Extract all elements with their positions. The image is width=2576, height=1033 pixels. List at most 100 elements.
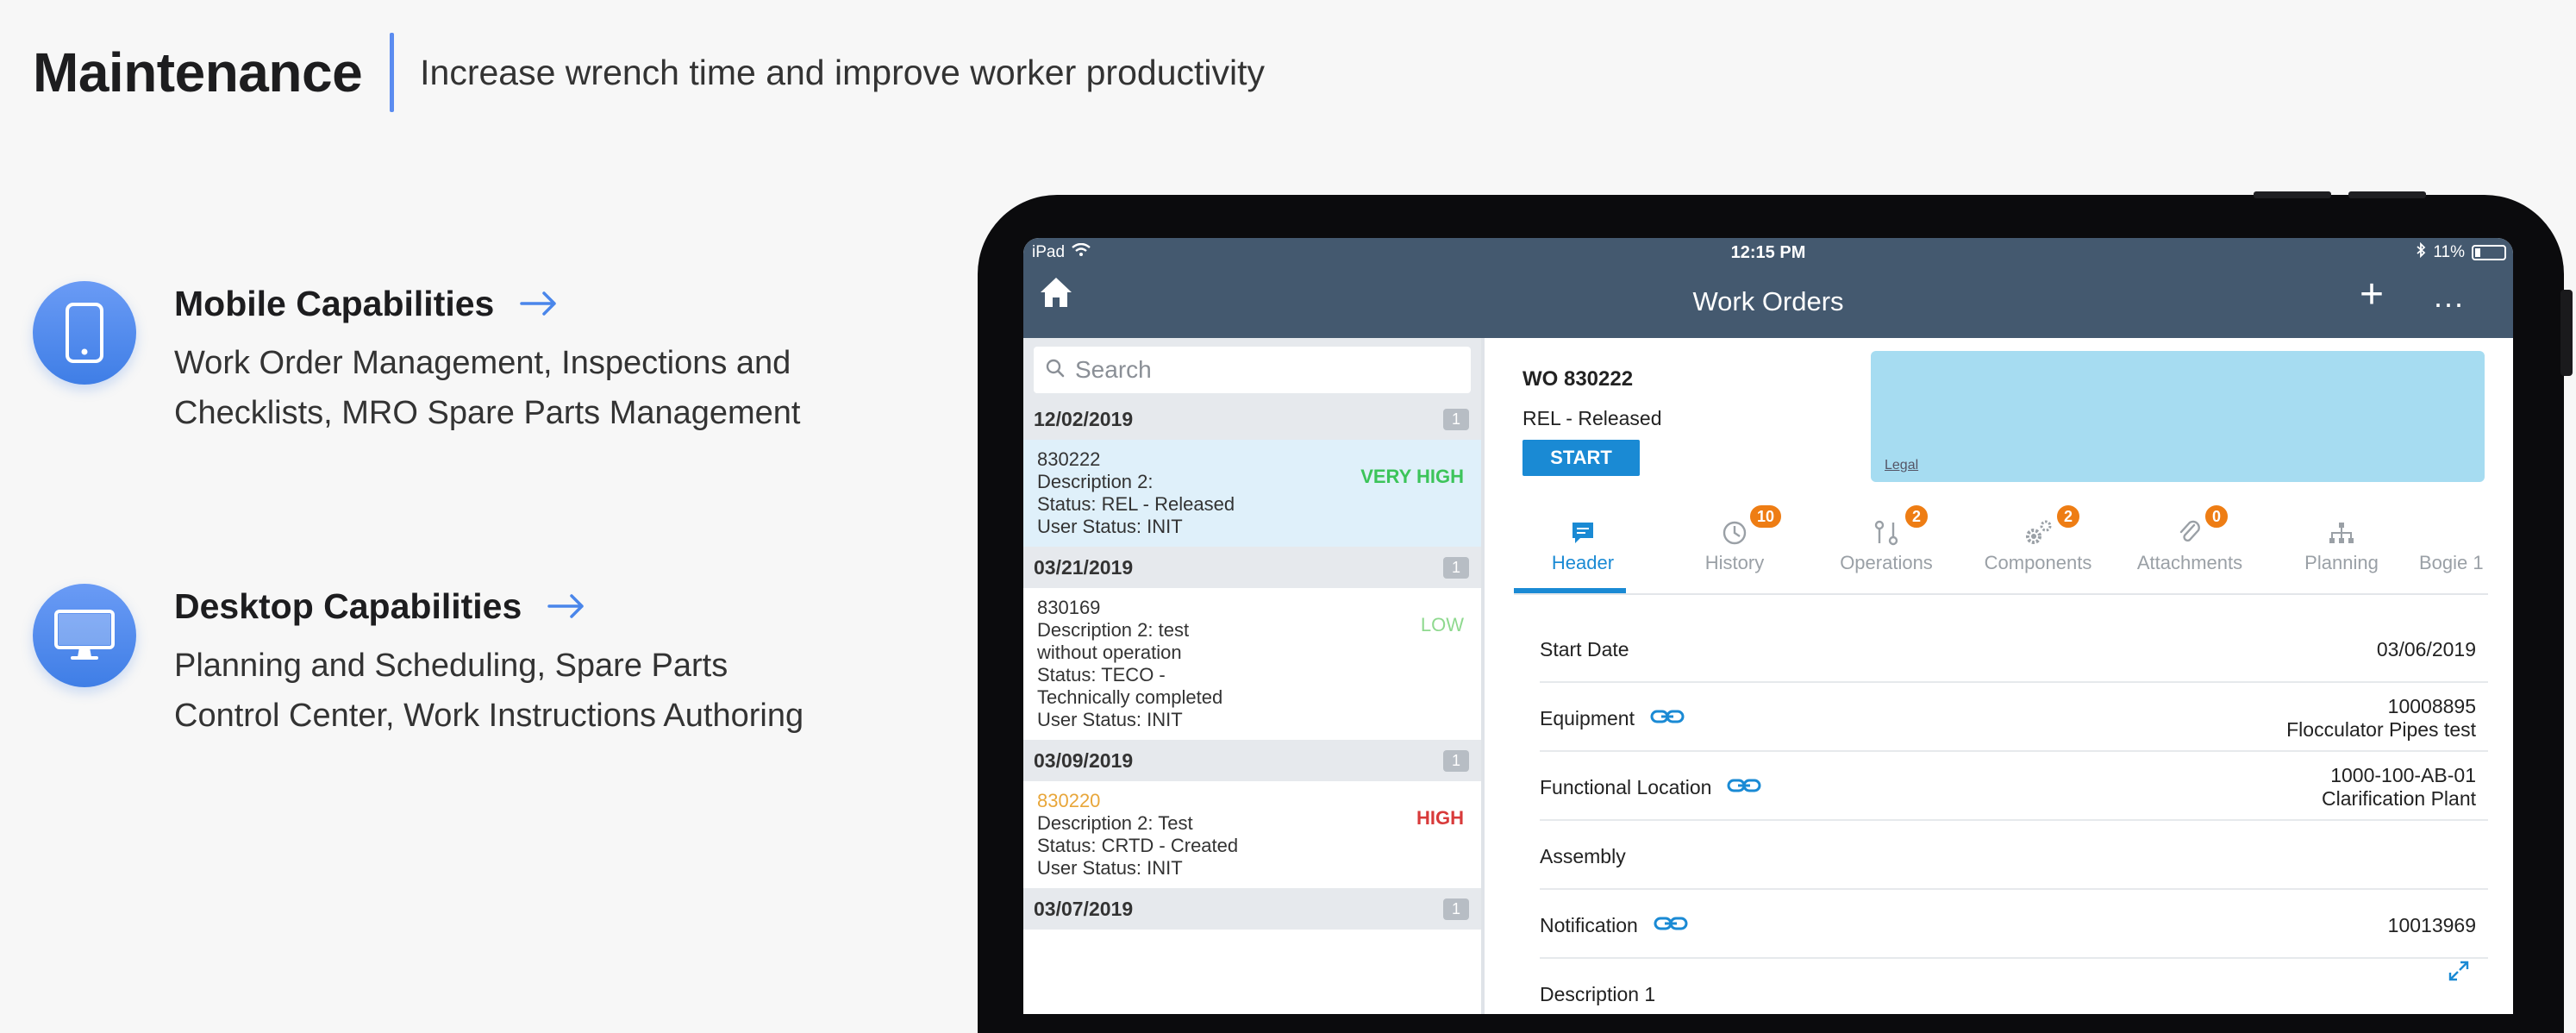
link-icon[interactable]	[1727, 776, 1761, 799]
page-title: Maintenance	[33, 41, 363, 103]
tab-planning[interactable]: Planning	[2273, 498, 2410, 593]
mobile-capabilities-description: Work Order Management, Inspections and C…	[174, 345, 801, 431]
operations-count-badge: 2	[1904, 504, 1930, 529]
battery-icon	[2472, 245, 2506, 260]
work-order-line: Description 2: Test	[1037, 812, 1193, 834]
monitor-icon	[33, 584, 136, 687]
tab-bogie[interactable]: Bogie 1	[2410, 498, 2488, 593]
status-time: 12:15 PM	[1730, 243, 1806, 262]
field-value: 1000-100-AB-01 Clarification Plant	[2322, 764, 2476, 811]
work-order-detail: WO 830222 REL - Released START Legal Hea…	[1488, 338, 2513, 1014]
battery-percent: 11%	[2433, 243, 2465, 261]
history-icon	[1717, 516, 1752, 550]
page-header: Maintenance Increase wrench time and imp…	[33, 33, 1265, 112]
priority-label: LOW	[1420, 614, 1464, 635]
tab-operations[interactable]: 2 Operations	[1817, 498, 1955, 593]
tab-label: Operations	[1840, 552, 1933, 573]
desktop-capabilities-link[interactable]: Desktop Capabilities	[174, 584, 585, 629]
work-order-line: Status: REL - Released	[1037, 493, 1235, 515]
map-view[interactable]: Legal	[1871, 351, 2485, 482]
group-date: 03/09/2019	[1034, 748, 1134, 772]
status-bar-right: 11%	[2416, 241, 2506, 263]
field-value: 10013969	[2387, 914, 2476, 936]
desktop-capabilities-description: Planning and Scheduling, Spare Parts Con…	[174, 648, 804, 734]
more-button[interactable]: ...	[2434, 281, 2465, 312]
desktop-capabilities-title: Desktop Capabilities	[174, 585, 522, 626]
tab-history[interactable]: 10 History	[1666, 498, 1804, 593]
tab-label: Planning	[2304, 552, 2379, 573]
tab-label: Components	[1984, 552, 2092, 573]
date-group-header: 03/07/2019 1	[1023, 888, 1481, 930]
work-order-line: User Status: INIT	[1037, 857, 1183, 879]
add-button[interactable]: +	[2360, 274, 2384, 316]
mobile-capabilities-link[interactable]: Mobile Capabilities	[174, 281, 558, 326]
tab-label: History	[1704, 552, 1765, 573]
arrow-right-icon	[547, 593, 585, 619]
search-icon	[1046, 359, 1065, 382]
tab-header[interactable]: Header	[1514, 498, 1652, 593]
field-label: Start Date	[1540, 638, 1629, 660]
work-order-number: 830169	[1037, 597, 1101, 618]
equipment-name: Flocculator Pipes test	[2286, 718, 2476, 741]
field-functional-location[interactable]: Functional Location 1000-100-AB-01 Clari…	[1540, 752, 2488, 821]
comment-icon	[1566, 516, 1600, 550]
bluetooth-icon	[2416, 241, 2426, 263]
search-bar: Search	[1023, 338, 1481, 398]
field-label: Equipment	[1540, 707, 1685, 730]
location-name: Clarification Plant	[2322, 787, 2476, 810]
work-order-line: User Status: INIT	[1037, 516, 1183, 537]
field-label: Notification	[1540, 914, 1688, 937]
field-equipment[interactable]: Equipment 10008895 Flocculator Pipes tes…	[1540, 683, 2488, 752]
gear-icon	[2021, 516, 2055, 550]
history-count-badge: 10	[1748, 504, 1784, 529]
date-group-header: 03/09/2019 1	[1023, 740, 1481, 781]
tab-attachments[interactable]: 0 Attachments	[2121, 498, 2259, 593]
work-order-number: 830220	[1037, 790, 1101, 811]
date-group-header: 03/21/2019 1	[1023, 547, 1481, 588]
field-value: 03/06/2019	[2376, 638, 2476, 660]
group-count-badge: 1	[1442, 556, 1469, 579]
expand-icon[interactable]	[2447, 959, 2471, 987]
tablet-screen: iPad 12:15 PM 11% Work Orders + ... Sear…	[1023, 238, 2513, 1014]
group-count-badge: 1	[1442, 898, 1469, 920]
list-item[interactable]: 830220 Description 2: Test Status: CRTD …	[1023, 781, 1481, 888]
field-assembly: Assembly	[1540, 821, 2488, 890]
components-count-badge: 2	[2055, 504, 2082, 529]
field-description: Description 1	[1540, 959, 2488, 1014]
work-order-line: without operation	[1037, 642, 1182, 663]
tab-components[interactable]: 2 Components	[1969, 498, 2107, 593]
link-icon[interactable]	[1654, 914, 1688, 937]
list-item[interactable]: 830169 Description 2: test without opera…	[1023, 588, 1481, 740]
tab-label: Attachments	[2136, 552, 2243, 573]
map-legal-link[interactable]: Legal	[1885, 458, 1918, 473]
search-input[interactable]: Search	[1034, 347, 1471, 393]
tab-label: Header	[1551, 552, 1615, 573]
group-date: 03/21/2019	[1034, 555, 1134, 579]
hierarchy-icon	[2324, 516, 2359, 550]
work-order-line: Technically completed	[1037, 686, 1223, 708]
page-subtitle: Increase wrench time and improve worker …	[420, 52, 1265, 92]
tab-label: Bogie 1	[2419, 552, 2484, 573]
start-button[interactable]: START	[1522, 440, 1640, 476]
active-tab-indicator	[1514, 588, 1626, 593]
mobile-capabilities-title: Mobile Capabilities	[174, 283, 495, 323]
operations-icon	[1869, 516, 1904, 550]
date-group-header: 12/02/2019 1	[1023, 398, 1481, 440]
work-order-line: Status: TECO -	[1037, 664, 1166, 686]
work-order-line: User Status: INIT	[1037, 709, 1183, 730]
app-navbar: iPad 12:15 PM 11% Work Orders + ...	[1023, 238, 2513, 338]
title-divider	[390, 33, 395, 112]
smartphone-icon	[33, 281, 136, 385]
group-date: 12/02/2019	[1034, 407, 1134, 430]
list-item[interactable]: 830222 Description 2: Status: REL - Rele…	[1023, 440, 1481, 547]
tablet-device: iPad 12:15 PM 11% Work Orders + ... Sear…	[978, 191, 2573, 1033]
link-icon[interactable]	[1650, 707, 1685, 730]
device-button	[2560, 290, 2573, 376]
search-placeholder: Search	[1075, 356, 1152, 383]
detail-tabs: Header 10 History 2 Operations 2 Compone…	[1514, 498, 2488, 595]
group-count-badge: 1	[1442, 408, 1469, 430]
work-order-line: Description 2: test	[1037, 619, 1190, 641]
paperclip-icon	[2173, 516, 2207, 550]
field-notification[interactable]: Notification 10013969	[1540, 890, 2488, 959]
work-order-id: WO 830222	[1522, 367, 1634, 391]
